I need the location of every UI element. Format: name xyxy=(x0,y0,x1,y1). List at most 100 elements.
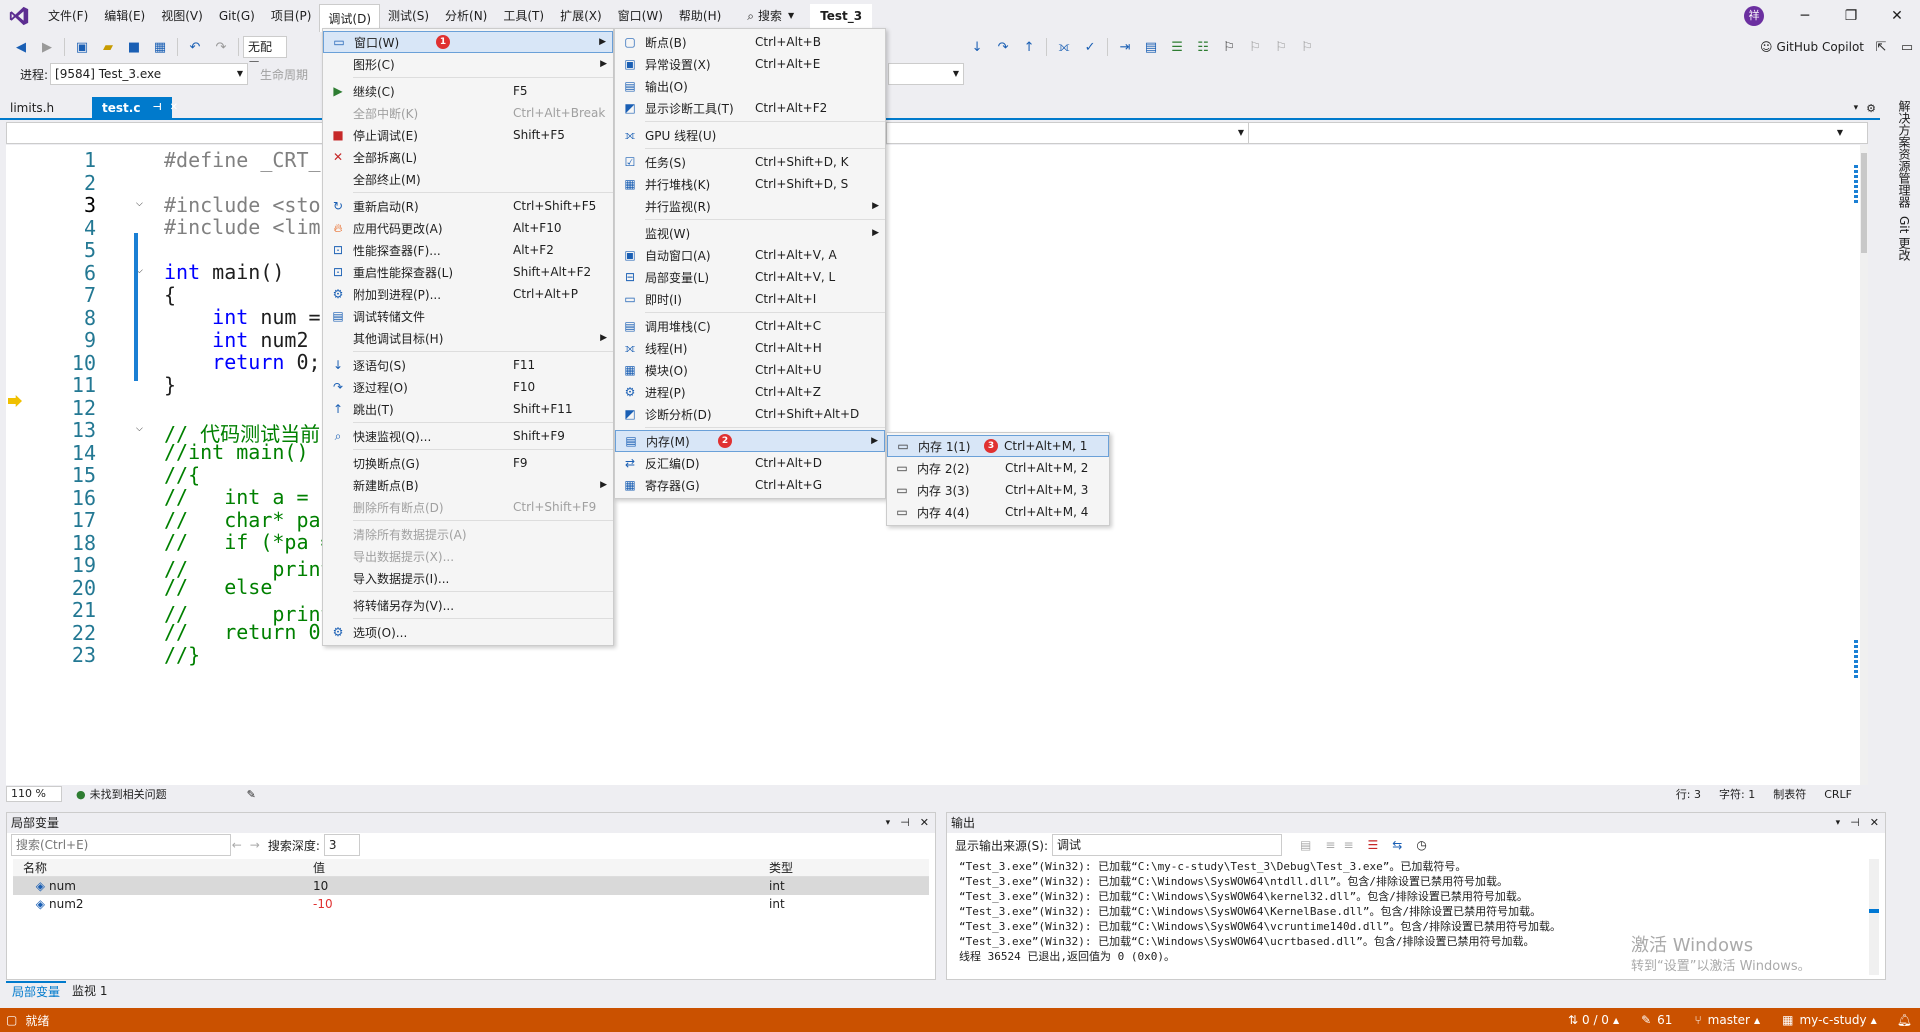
eol-indicator[interactable]: CRLF xyxy=(1824,788,1852,801)
window-menu-item[interactable]: ▤ 内存(M) 2 ▶ xyxy=(615,430,885,452)
clock-icon[interactable]: ◷ xyxy=(1416,838,1426,852)
uncomment-icon[interactable]: ☷ xyxy=(1192,36,1214,58)
memory-menu-item[interactable]: ▭ 内存 3(3) Ctrl+Alt+M, 3 xyxy=(887,479,1109,501)
close-icon[interactable]: ✕ xyxy=(920,813,929,833)
commits-count[interactable]: 61 xyxy=(1657,1013,1672,1027)
debug-menu-item[interactable]: ▶ 继续(C) F5 xyxy=(323,80,613,102)
clear-bookmarks-icon[interactable]: ⚐ xyxy=(1296,36,1318,58)
window-menu-item[interactable]: ◩ 诊断分析(D) Ctrl+Shift+Alt+D xyxy=(615,403,885,425)
debug-menu-item[interactable]: ▭ 窗口(W) 1 ▶ xyxy=(323,31,613,53)
issues-text[interactable]: 未找到相关问题 xyxy=(90,786,167,802)
back-icon[interactable]: ← xyxy=(232,838,242,852)
window-menu-item[interactable]: ▣ 自动窗口(A) Ctrl+Alt+V, A xyxy=(615,244,885,266)
search-box[interactable]: ⌕ 搜索 ▼ xyxy=(741,4,800,28)
forward-icon[interactable]: ▶ xyxy=(36,36,58,58)
tabs-indicator[interactable]: 制表符 xyxy=(1773,786,1806,802)
avatar[interactable]: 祥 xyxy=(1744,6,1764,26)
debug-menu-item[interactable]: 导出数据提示(X)... xyxy=(323,545,613,567)
save-icon[interactable]: ■ xyxy=(123,36,145,58)
threads-icon[interactable]: ⟗ xyxy=(1053,36,1075,58)
table-row[interactable]: ◈ num2 -10 int xyxy=(13,895,929,913)
redo-icon[interactable]: ↷ xyxy=(210,36,232,58)
menu-item[interactable]: 文件(F) xyxy=(40,0,96,32)
window-menu-item[interactable]: 并行监视(R) ▶ xyxy=(615,195,885,217)
debug-menu-item[interactable]: ⚙ 附加到进程(P)... Ctrl+Alt+P xyxy=(323,283,613,305)
debug-menu-item[interactable]: 将转储另存为(V)... xyxy=(323,594,613,616)
tab-test-c[interactable]: test.c ⊣ ✕ xyxy=(92,97,178,119)
memory-menu-item[interactable]: ▭ 内存 2(2) Ctrl+Alt+M, 2 xyxy=(887,457,1109,479)
hex-icon[interactable]: ▤ xyxy=(1140,36,1162,58)
copilot-button[interactable]: GitHub Copilot xyxy=(1777,40,1864,54)
debug-menu-item[interactable]: ↻ 重新启动(R) Ctrl+Shift+F5 xyxy=(323,195,613,217)
step-over-icon[interactable]: ↷ xyxy=(992,36,1014,58)
configuration-select[interactable]: 无配置 xyxy=(243,36,287,74)
collapse-icon[interactable]: ⌵ xyxy=(136,424,143,434)
clear-all-icon[interactable]: ☰ xyxy=(1368,838,1379,852)
next-message-icon[interactable]: ≡ xyxy=(1343,838,1353,852)
window-menu-item[interactable]: ▭ 即时(I) Ctrl+Alt+I xyxy=(615,288,885,310)
close-icon[interactable]: ✕ xyxy=(170,97,178,119)
window-menu-item[interactable]: ▣ 异常设置(X) Ctrl+Alt+E xyxy=(615,53,885,75)
debug-menu-item[interactable]: 切换断点(G) F9 xyxy=(323,452,613,474)
member-dropdown[interactable]: ▼ xyxy=(1251,123,1847,143)
debug-menu-item[interactable]: 新建断点(B) ▶ xyxy=(323,474,613,496)
memory-menu-item[interactable]: ▭ 内存 4(4) Ctrl+Alt+M, 4 xyxy=(887,501,1109,523)
table-row[interactable]: ◈ num 10 int xyxy=(13,877,929,895)
output-scrollbar[interactable] xyxy=(1869,859,1879,975)
window-menu-item[interactable]: ▤ 调用堆栈(C) Ctrl+Alt+C xyxy=(615,315,885,337)
debug-menu-item[interactable]: ⚙ 选项(O)... xyxy=(323,621,613,643)
menu-item[interactable]: Git(G) xyxy=(211,0,263,32)
debug-menu-item[interactable]: ↓ 逐语句(S) F11 xyxy=(323,354,613,376)
window-menu-item[interactable]: ▦ 模块(O) Ctrl+Alt+U xyxy=(615,359,885,381)
tab-watch-1[interactable]: 监视 1 xyxy=(66,982,113,999)
open-icon[interactable]: ▰ xyxy=(97,36,119,58)
debug-menu-item[interactable]: 全部终止(M) xyxy=(323,168,613,190)
window-menu-item[interactable]: ▢ 断点(B) Ctrl+Alt+B xyxy=(615,31,885,53)
column-type[interactable]: 类型 xyxy=(769,859,793,877)
debug-menu-item[interactable]: ⌕ 快速监视(Q)... Shift+F9 xyxy=(323,425,613,447)
zoom-select[interactable]: 110 % xyxy=(6,786,62,802)
debug-menu-item[interactable]: 清除所有数据提示(A) xyxy=(323,523,613,545)
window-menu-item[interactable]: ⊟ 局部变量(L) Ctrl+Alt+V, L xyxy=(615,266,885,288)
window-menu-item[interactable]: ⟗ GPU 线程(U) xyxy=(615,124,885,146)
window-menu-item[interactable]: ⟗ 线程(H) Ctrl+Alt+H xyxy=(615,337,885,359)
debug-menu-item[interactable]: 图形(C) ▶ xyxy=(323,53,613,75)
debug-menu-item[interactable]: ↷ 逐过程(O) F10 xyxy=(323,376,613,398)
back-icon[interactable]: ◀ xyxy=(10,36,32,58)
debug-menu-item[interactable]: 导入数据提示(I)... xyxy=(323,567,613,589)
window-menu-item[interactable]: ⇄ 反汇编(D) Ctrl+Alt+D xyxy=(615,452,885,474)
column-value[interactable]: 值 xyxy=(313,859,769,877)
output-source-select[interactable]: 调试 xyxy=(1052,834,1283,856)
find-message-icon[interactable]: ▤ xyxy=(1300,838,1311,852)
window-menu-item[interactable]: ▤ 输出(O) xyxy=(615,75,885,97)
spellcheck-icon[interactable]: ✓ xyxy=(1079,36,1101,58)
prev-message-icon[interactable]: ≡ xyxy=(1325,838,1335,852)
debug-menu-item[interactable]: ■ 停止调试(E) Shift+F5 xyxy=(323,124,613,146)
tab-list-icon[interactable]: ▾ xyxy=(1854,103,1859,113)
debug-menu-item[interactable]: 其他调试目标(H) ▶ xyxy=(323,327,613,349)
pin-icon[interactable]: ⊣ xyxy=(900,813,910,833)
search-depth-select[interactable]: 3 xyxy=(323,834,360,856)
tab-limits-h[interactable]: limits.h xyxy=(0,97,92,119)
menu-item[interactable]: 项目(P) xyxy=(263,0,320,32)
next-bookmark-icon[interactable]: ⚐ xyxy=(1270,36,1292,58)
collapse-icon[interactable]: ⌵ xyxy=(136,199,143,209)
process-select[interactable]: [9584] Test_3.exe ▼ xyxy=(50,63,249,85)
window-menu-item[interactable]: 监视(W) ▶ xyxy=(615,222,885,244)
solution-explorer-tab[interactable]: 解决方案资源管理器 xyxy=(1896,100,1913,208)
maximize-button[interactable]: ❐ xyxy=(1828,0,1874,32)
window-menu-item[interactable]: ▦ 并行堆栈(K) Ctrl+Shift+D, S xyxy=(615,173,885,195)
new-project-icon[interactable]: ▣ xyxy=(71,36,93,58)
vertical-scrollbar[interactable] xyxy=(1860,145,1868,785)
debug-menu-item[interactable]: 全部中断(K) Ctrl+Alt+Break xyxy=(323,102,613,124)
show-next-statement-icon[interactable]: ⇥ xyxy=(1114,36,1136,58)
cleanup-icon[interactable]: ✎ xyxy=(247,788,256,801)
settings-gear-icon[interactable]: ⚙ xyxy=(1866,102,1876,115)
window-menu-item[interactable]: ☑ 任务(S) Ctrl+Shift+D, K xyxy=(615,151,885,173)
memory-menu-item[interactable]: ▭ 内存 1(1) 3 Ctrl+Alt+M, 1 xyxy=(887,435,1109,457)
minimize-button[interactable]: ─ xyxy=(1782,0,1828,32)
pin-icon[interactable]: ⊣ xyxy=(152,97,161,119)
git-changes-count[interactable]: 0 / 0 xyxy=(1582,1013,1609,1027)
debug-menu-item[interactable]: ↑ 跳出(T) Shift+F11 xyxy=(323,398,613,420)
debug-menu-item[interactable]: ▤ 调试转储文件 xyxy=(323,305,613,327)
